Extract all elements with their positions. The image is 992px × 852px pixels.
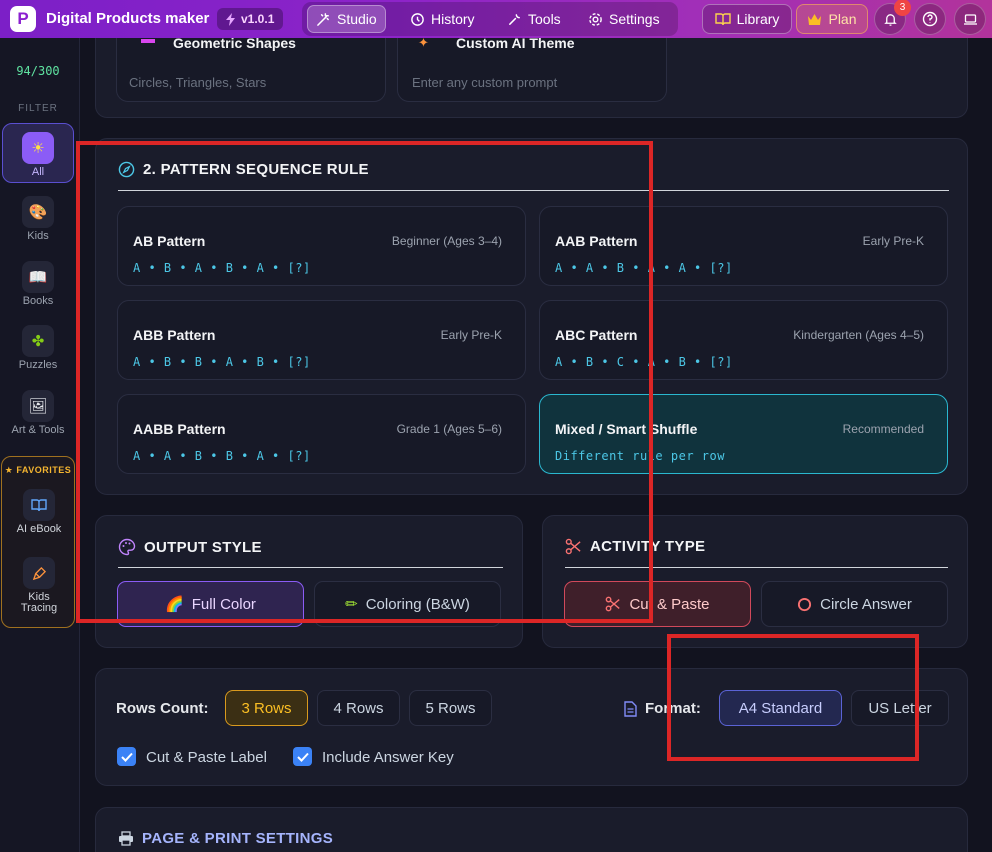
rows-option-4[interactable]: 4 Rows — [317, 690, 400, 726]
format-option-a4[interactable]: A4 Standard — [719, 690, 842, 726]
main-content: Geometric Shapes Circles, Triangles, Sta… — [80, 38, 992, 852]
rows-format-panel: Rows Count: 3 Rows 4 Rows 5 Rows Format:… — [95, 668, 968, 786]
top-bar: P Digital Products maker v1.0.1 Studio H… — [0, 0, 992, 38]
sidebar-item-puzzles[interactable]: ✤ Puzzles — [2, 317, 74, 377]
wrench-icon — [509, 13, 520, 25]
crown-icon — [808, 14, 822, 25]
sidebar-item-books[interactable]: 📖 Books — [2, 253, 74, 313]
compass-icon — [118, 161, 135, 178]
cut-paste-label-text: Cut & Paste Label — [146, 749, 267, 766]
laptop-icon — [963, 13, 977, 25]
pattern-card-aabb[interactable]: AABB Pattern Grade 1 (Ages 5–6) A • A • … — [117, 394, 526, 474]
activity-type-divider — [565, 567, 948, 568]
circle-answer-button[interactable]: Circle Answer — [761, 581, 948, 627]
print-settings-title: PAGE & PRINT SETTINGS — [118, 830, 333, 847]
nav-settings[interactable]: Settings — [580, 5, 668, 33]
sidebar: 94/300 FILTER ☀ All 🎨 Kids 📖 Books ✤ Puz… — [0, 38, 80, 852]
pattern-card-abb[interactable]: ABB Pattern Early Pre-K A • B • B • A • … — [117, 300, 526, 380]
printer-icon — [119, 831, 133, 846]
output-style-divider — [118, 567, 503, 568]
pattern-section-title: 2. PATTERN SEQUENCE RULE — [118, 161, 369, 178]
sidebar-item-all[interactable]: ☀ All — [2, 123, 74, 183]
cut-paste-label-checkbox[interactable] — [117, 747, 136, 766]
output-style-panel: OUTPUT STYLE 🌈 Full Color ✏ Coloring (B&… — [95, 515, 523, 648]
history-icon — [411, 12, 424, 26]
pattern-card-mixed[interactable]: Mixed / Smart Shuffle Recommended Differ… — [539, 394, 948, 474]
puzzle-icon: ✤ — [22, 325, 54, 357]
gear-icon — [589, 12, 602, 26]
pattern-divider — [118, 190, 949, 191]
app-logo[interactable]: P — [10, 6, 36, 32]
open-book-icon — [23, 489, 55, 521]
activity-type-title: ACTIVITY TYPE — [565, 538, 705, 555]
main-nav: Studio History Tools Settings — [302, 2, 678, 36]
theme-card-custom-ai[interactable]: ✦ Custom AI Theme Enter any custom promp… — [397, 38, 667, 102]
book-icon: 📖 — [22, 261, 54, 293]
cut-paste-button[interactable]: Cut & Paste — [564, 581, 751, 627]
favorite-kids-tracing[interactable]: Kids Tracing — [3, 549, 75, 619]
help-icon — [922, 11, 938, 27]
rainbow-icon: 🌈 — [165, 596, 184, 613]
sun-icon: ☀ — [22, 132, 54, 164]
checkmark-icon — [120, 752, 133, 762]
generation-quota: 94/300 — [16, 64, 60, 78]
bolt-icon — [226, 12, 235, 26]
scissors-icon — [606, 596, 621, 612]
nav-tools[interactable]: Tools — [499, 5, 569, 33]
favorites-group: ★ FAVORITES AI eBook Kids Tracing — [1, 456, 75, 628]
document-icon — [624, 701, 637, 717]
filter-label: FILTER — [18, 103, 58, 114]
pencil-icon: ✏ — [345, 596, 358, 613]
pen-icon — [23, 557, 55, 589]
wand-icon — [317, 12, 329, 26]
sparkle-icon: ✦ — [418, 38, 429, 50]
theme-panel: Geometric Shapes Circles, Triangles, Sta… — [95, 38, 968, 118]
checkmark-icon — [296, 752, 309, 762]
output-style-title: OUTPUT STYLE — [118, 538, 262, 556]
version-badge: v1.0.1 — [217, 8, 284, 30]
nav-history[interactable]: History — [402, 5, 483, 33]
plan-button[interactable]: Plan — [796, 4, 868, 34]
print-settings-panel: PAGE & PRINT SETTINGS — [95, 807, 968, 852]
favorite-ai-ebook[interactable]: AI eBook — [3, 481, 75, 541]
sidebar-item-kids[interactable]: 🎨 Kids — [2, 188, 74, 248]
rows-option-5[interactable]: 5 Rows — [409, 690, 492, 726]
picture-icon: 🖼 — [22, 390, 54, 422]
activity-type-panel: ACTIVITY TYPE Cut & Paste Circle Answer — [542, 515, 968, 648]
include-answer-key-checkbox[interactable] — [293, 747, 312, 766]
circle-icon — [798, 597, 812, 611]
pattern-sequence-panel: 2. PATTERN SEQUENCE RULE AB Pattern Begi… — [95, 138, 968, 495]
scissors-icon — [565, 538, 581, 555]
theme-card-geometric[interactable]: Geometric Shapes Circles, Triangles, Sta… — [116, 38, 386, 102]
pattern-card-abc[interactable]: ABC Pattern Kindergarten (Ages 4–5) A • … — [539, 300, 948, 380]
palette-icon — [118, 538, 136, 556]
nav-studio[interactable]: Studio — [307, 5, 386, 33]
favorites-title: ★ FAVORITES — [4, 465, 72, 475]
pattern-card-aab[interactable]: AAB Pattern Early Pre-K A • A • B • A • … — [539, 206, 948, 286]
include-answer-key-text: Include Answer Key — [322, 749, 454, 766]
app-title: Digital Products maker — [46, 10, 210, 27]
rows-count-label: Rows Count: — [116, 700, 209, 717]
library-button[interactable]: Library — [702, 4, 792, 34]
account-button[interactable] — [954, 3, 986, 35]
notification-count-badge: 3 — [894, 0, 911, 16]
full-color-button[interactable]: 🌈 Full Color — [117, 581, 304, 627]
format-label: Format: — [645, 700, 701, 717]
coloring-bw-button[interactable]: ✏ Coloring (B&W) — [314, 581, 501, 627]
format-option-us-letter[interactable]: US Letter — [851, 690, 949, 726]
shapes-icon — [141, 39, 155, 43]
sidebar-item-art-tools[interactable]: 🖼 Art & Tools — [2, 382, 74, 442]
bell-icon — [883, 13, 897, 26]
rows-option-3[interactable]: 3 Rows — [225, 690, 308, 726]
help-button[interactable] — [914, 3, 946, 35]
pattern-card-ab[interactable]: AB Pattern Beginner (Ages 3–4) A • B • A… — [117, 206, 526, 286]
palette-icon: 🎨 — [22, 196, 54, 228]
book-icon — [714, 13, 731, 26]
